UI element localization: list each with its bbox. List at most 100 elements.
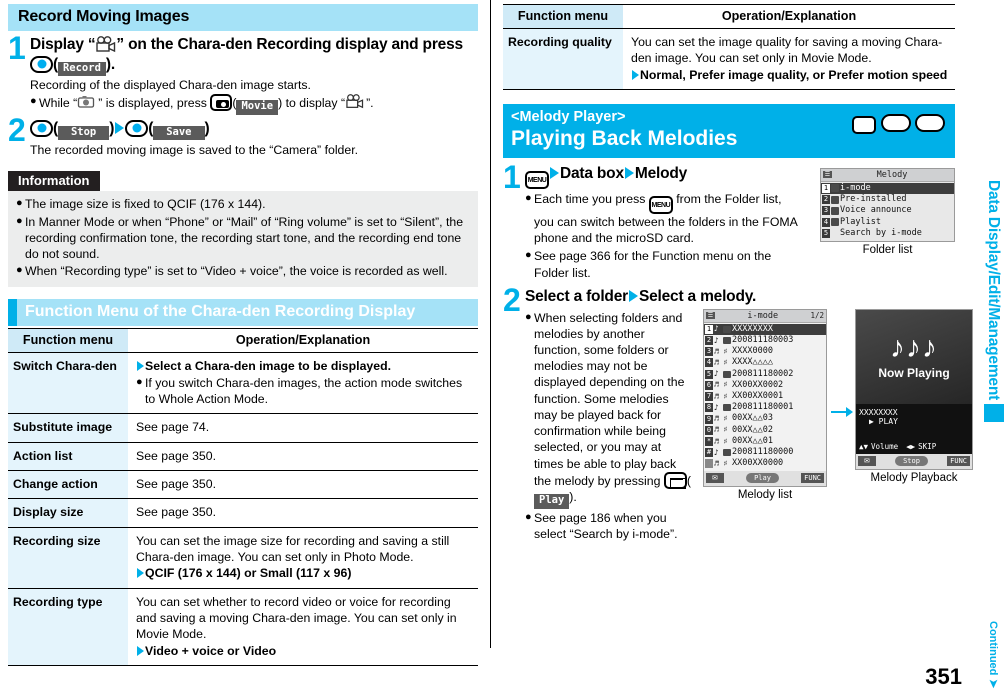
row-detail: See page 350. — [128, 442, 478, 472]
item-index: 1 — [822, 183, 830, 193]
item-label: 200811180003 — [732, 334, 794, 345]
bullet-text-a: When selecting folders and melodies by a… — [534, 310, 685, 488]
melody-list-screenshot: ☰ i-mode 1/2 1 ♪ XXXXXXXX 2 ♪ 200811180003 3… — [703, 308, 827, 487]
item-index: 8 — [705, 403, 713, 413]
music-note-icon: ♪ — [714, 335, 719, 345]
list-item[interactable]: 0 ♬ ♯ 00XX△△02 — [704, 425, 826, 436]
folder-icon — [831, 206, 839, 215]
number-key-1-icon[interactable]: 1 — [880, 114, 911, 133]
bullet-text: See page 366 for the Function menu on th… — [534, 249, 772, 280]
list-item[interactable]: 5 Search by i-mode — [821, 228, 954, 239]
row-name: Recording quality — [503, 28, 623, 91]
volume-keys-icon: ▲▼ — [859, 441, 869, 451]
mail-key-icon[interactable] — [663, 471, 687, 490]
list-item[interactable]: 3 ♬ ♯ XXXX0000 — [704, 346, 826, 357]
column-divider — [490, 0, 491, 648]
melody-list-rows: 1 ♪ XXXXXXXX 2 ♪ 200811180003 3 ♬ ♯ XXXX0000 4 ♬… — [704, 322, 826, 471]
playback-state: ▶ PLAY — [869, 416, 898, 426]
list-item[interactable]: # ♪ 200811180000 — [704, 447, 826, 458]
softkey-func[interactable]: FUNC — [947, 455, 970, 466]
softkey-stop[interactable]: Stop — [895, 455, 928, 466]
section-header-record-moving-images: Record Moving Images — [8, 4, 478, 31]
list-item[interactable]: 7 ♬ ♯ XX00XX0001 — [704, 391, 826, 402]
row-name: Action list — [8, 442, 128, 472]
b-a: While “ — [39, 96, 78, 111]
row-detail: See page 350. — [128, 470, 478, 500]
section-header-function-menu: Function Menu of the Chara-den Recording… — [8, 298, 478, 326]
now-playing-label: Now Playing — [878, 366, 950, 381]
bullet-dot: ● — [525, 249, 532, 262]
header-accent-bar — [8, 298, 17, 326]
side-tab-block — [984, 404, 1004, 423]
melody-player-banner: <Melody Player> Playing Back Melodies ME… — [503, 104, 955, 158]
softkey-func[interactable]: FUNC — [801, 472, 824, 483]
list-item[interactable]: 2 Pre-installed — [821, 194, 954, 205]
row-name: Display size — [8, 498, 128, 528]
list-item[interactable]: ♬ ♯ XX00XX0000 — [704, 458, 826, 469]
menu-key-icon[interactable]: MENU — [852, 116, 877, 135]
melody-list-softkey-bar: ✉ Play FUNC — [704, 470, 826, 486]
file-icon — [723, 337, 731, 345]
list-item[interactable]: 4 ♬ ♯ XXXX△△△△ — [704, 357, 826, 368]
step-1-record: 1 Display “ ” on the Chara-den Recording … — [8, 32, 478, 115]
sharp-icon: ♯ — [723, 458, 728, 468]
folder-icon — [831, 195, 839, 204]
info-item-text: In Manner Mode or when “Phone” or “Mail”… — [25, 214, 464, 262]
continued-label: Continued ➤ — [987, 621, 1000, 688]
menu-key-icon[interactable]: MENU — [525, 170, 549, 189]
arrow-line-text: Select a Chara-den image to be displayed… — [145, 358, 392, 373]
step-2-bullet-2: ● See page 186 when you select “Search b… — [525, 510, 693, 542]
music-note-icon: ♬ — [714, 380, 719, 390]
center-key-icon-2[interactable] — [125, 119, 149, 137]
softkey-play[interactable]: Play — [534, 493, 570, 509]
camera-key-icon[interactable] — [210, 94, 233, 112]
number-key-6-icon[interactable]: 6 — [915, 114, 945, 133]
menu-key-icon-inline[interactable]: MENU — [648, 195, 673, 214]
arrow-line: Video + voice or Video — [136, 643, 472, 659]
bullet-text: When selecting folders and melodies by a… — [534, 310, 693, 509]
center-key-icon[interactable] — [30, 119, 53, 137]
item-index: 7 — [705, 392, 713, 402]
center-key-icon[interactable] — [30, 55, 53, 73]
list-item[interactable]: 4 Playlist — [821, 217, 954, 228]
row-detail: See page 74. — [128, 413, 478, 443]
sharp-icon: ♯ — [723, 425, 728, 435]
bullet-text-b: ). — [569, 489, 577, 504]
info-item: ● In Manner Mode or when “Phone” or “Mai… — [16, 214, 470, 263]
list-item[interactable]: 3 Voice announce — [821, 205, 954, 216]
col-header-function-menu: Function menu — [503, 4, 623, 29]
row-name: Change action — [8, 470, 128, 500]
information-box: Information ● The image size is fixed to… — [8, 171, 478, 287]
softkey-movie[interactable]: Movie — [236, 100, 279, 115]
list-item[interactable]: 1 ♪ XXXXXXXX — [704, 323, 826, 335]
list-item[interactable]: 2 ♪ 200811180003 — [704, 335, 826, 346]
music-note-icon: ♪ — [714, 402, 719, 412]
list-item[interactable]: 1 i-mode — [821, 182, 954, 195]
list-icon: ☰ — [706, 312, 715, 320]
melody-playback-screenshot: ♪♪♪ Now Playing XXXXXXXX ▶ PLAY ▲▼ Volum… — [855, 308, 973, 470]
mail-softkey-icon[interactable]: ✉ — [858, 455, 876, 466]
item-index: 2 — [705, 336, 713, 346]
softkey-record[interactable]: Record — [57, 61, 106, 77]
file-icon — [723, 449, 731, 457]
bullet-dot: ● — [16, 197, 23, 210]
list-item[interactable]: 8 ♪ 200811180001 — [704, 402, 826, 413]
list-item[interactable]: 9 ♬ ♯ 00XX△△03 — [704, 413, 826, 424]
file-icon — [723, 370, 731, 378]
table-row: Substitute image See page 74. — [8, 413, 478, 443]
info-item-text: The image size is fixed to QCIF (176 x 1… — [25, 197, 266, 212]
softkey-save[interactable]: Save — [153, 125, 205, 141]
row-detail: See page 350. — [128, 498, 478, 528]
softkey-play[interactable]: Play — [746, 472, 779, 483]
melody-list-figure: ☰ i-mode 1/2 1 ♪ XXXXXXXX 2 ♪ 200811180003 3… — [703, 308, 827, 501]
music-notes-icon: ♪♪♪ — [890, 331, 938, 365]
mail-softkey-icon[interactable]: ✉ — [706, 472, 724, 483]
softkey-stop[interactable]: Stop — [57, 125, 110, 141]
list-item[interactable]: 5 ♪ 200811180002 — [704, 369, 826, 380]
list-item[interactable]: * ♬ ♯ 00XX△△01 — [704, 436, 826, 447]
bullet-dot: ● — [16, 264, 23, 277]
figure-arrow — [831, 405, 853, 423]
folder-list-screenshot: ☰ Melody 1 i-mode 2 Pre-installed 3 Voic… — [820, 167, 955, 242]
list-item[interactable]: 6 ♬ ♯ XX00XX0002 — [704, 380, 826, 391]
label-melody: Melody — [634, 164, 688, 182]
